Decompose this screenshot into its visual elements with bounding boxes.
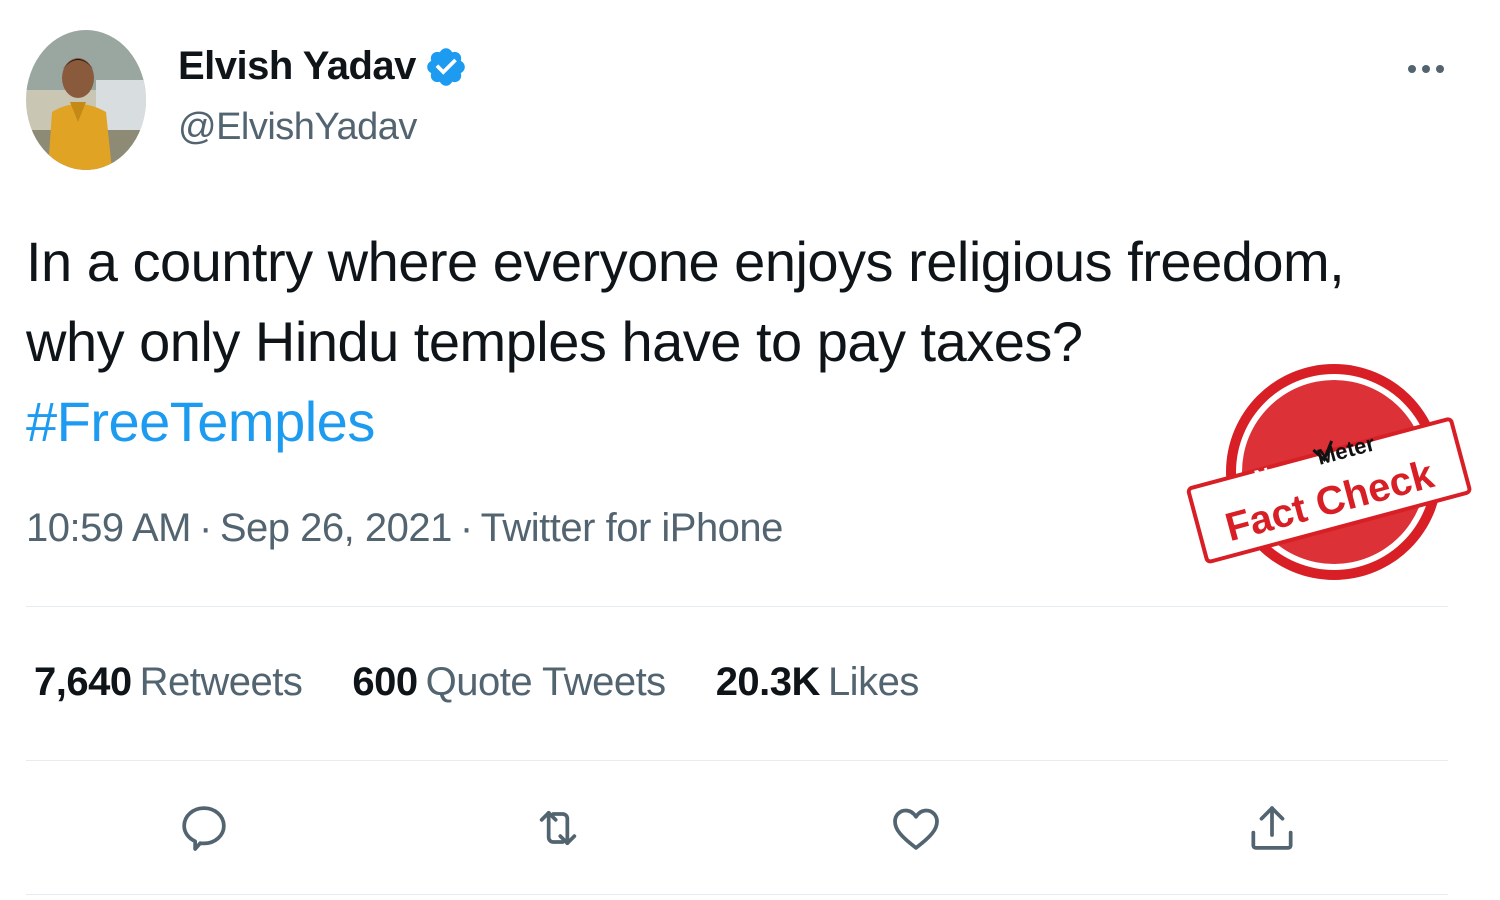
reply-button[interactable] (176, 800, 232, 856)
tweet-text-line-1: In a country where everyone enjoys relig… (26, 230, 1345, 293)
share-icon (1251, 806, 1293, 850)
tweet-source[interactable]: Twitter for iPhone (481, 506, 784, 550)
retweets-count: 7,640 (34, 660, 132, 704)
quote-tweets-stat[interactable]: 600 Quote Tweets (352, 660, 667, 705)
user-handle[interactable]: @ElvishYadav (178, 106, 417, 149)
divider (26, 760, 1448, 761)
tweet-meta: 10:59 AM · Sep 26, 2021 · Twitter for iPhone (26, 506, 783, 551)
tweet-date[interactable]: Sep 26, 2021 (220, 506, 453, 550)
retweet-icon (539, 810, 577, 846)
like-icon (893, 808, 939, 850)
divider (26, 606, 1448, 607)
meta-separator: · (459, 506, 473, 550)
fact-check-stamp: News Meter Fact Check (1186, 358, 1474, 586)
tweet-time[interactable]: 10:59 AM (26, 506, 192, 550)
retweet-button[interactable] (530, 800, 586, 856)
retweets-label: Retweets (139, 660, 303, 704)
avatar-image (26, 30, 146, 170)
verified-badge-icon (424, 45, 468, 89)
divider (26, 894, 1448, 895)
author-name-row[interactable]: Elvish Yadav (178, 44, 468, 89)
reply-icon (182, 806, 226, 851)
quote-tweets-label: Quote Tweets (425, 660, 667, 704)
likes-label: Likes (827, 660, 919, 704)
share-button[interactable] (1244, 800, 1300, 856)
like-button[interactable] (888, 800, 944, 856)
more-options-icon[interactable] (1404, 54, 1448, 84)
engagement-stats: 7,640 Retweets 600 Quote Tweets 20.3K Likes (34, 660, 919, 705)
avatar[interactable] (26, 30, 146, 170)
quote-tweets-count: 600 (352, 660, 418, 704)
likes-count: 20.3K (715, 660, 821, 704)
retweets-stat[interactable]: 7,640 Retweets (34, 660, 303, 705)
likes-stat[interactable]: 20.3K Likes (715, 660, 920, 705)
meta-separator: · (199, 506, 212, 550)
display-name[interactable]: Elvish Yadav (178, 44, 416, 89)
